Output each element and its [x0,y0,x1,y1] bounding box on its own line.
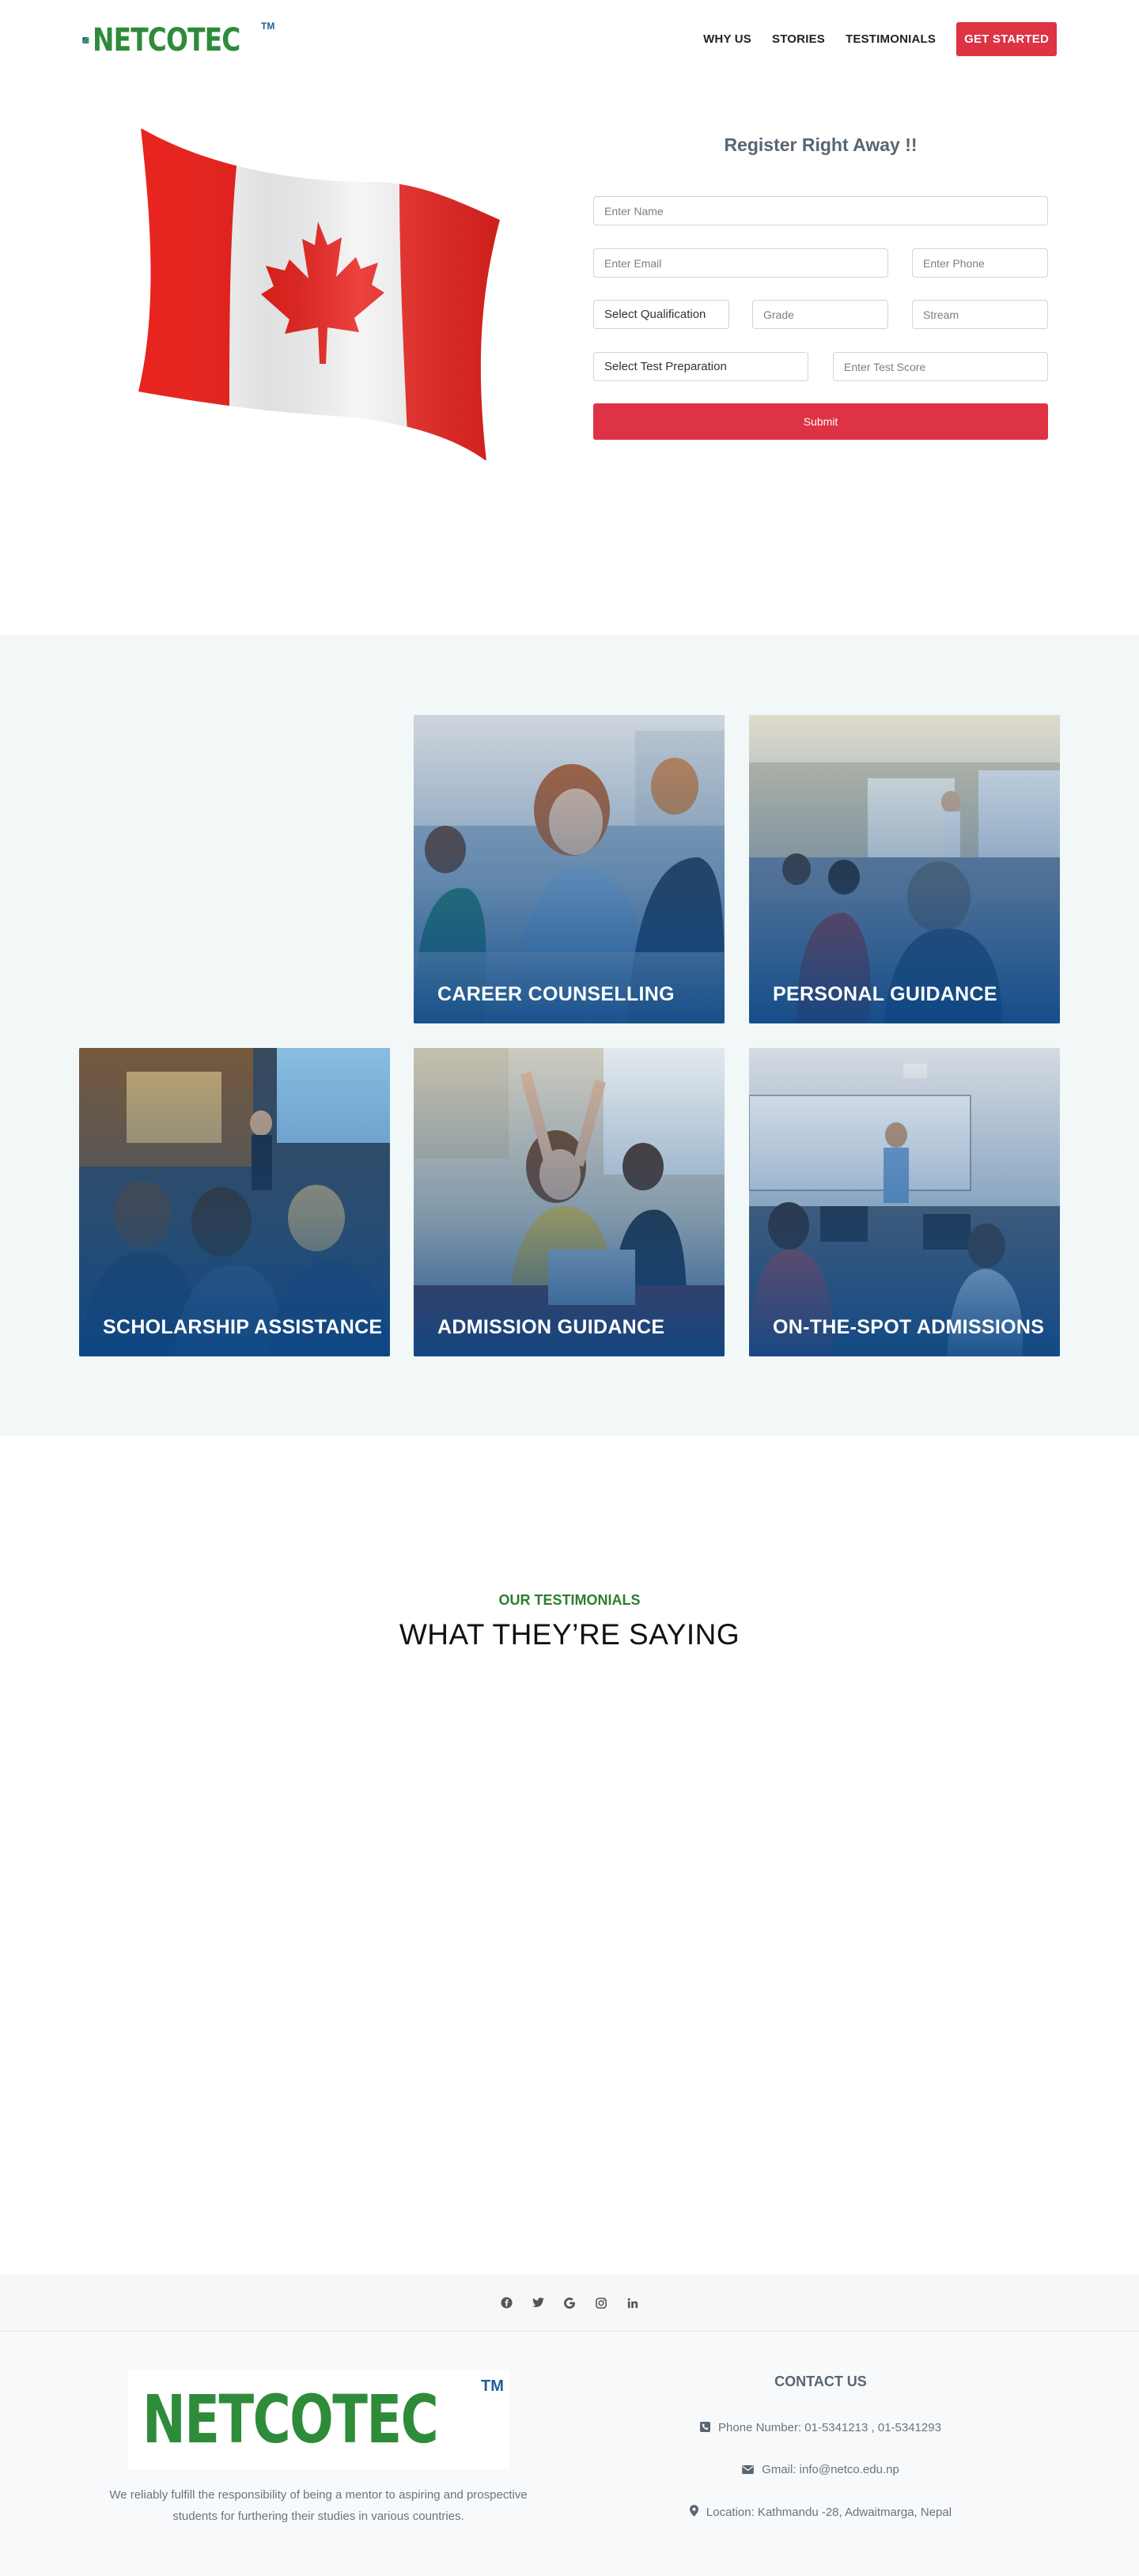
register-title: Register Right Away !! [724,134,918,155]
get-started-button[interactable]: GET STARTED [956,22,1057,56]
footer-description: We reliably fulfill the responsibility o… [109,2488,528,2523]
service-label: PERSONAL GUIDANCE [773,983,997,1005]
envelope-icon [742,2464,754,2476]
card-overlay [749,715,1060,1023]
service-label: ON-THE-SPOT ADMISSIONS [773,1316,1045,1338]
card-overlay [79,1048,390,1356]
site-footer: NETCOTEC TM We reliably fulfill the resp… [0,2332,1139,2576]
card-overlay [414,715,725,1023]
contact-email: Gmail: info@netco.edu.np [593,2463,1048,2476]
service-label: ADMISSION GUIDANCE [437,1316,665,1338]
email-input[interactable] [593,248,888,278]
facebook-icon[interactable] [499,2296,513,2310]
contact-title: CONTACT US [774,2374,867,2389]
google-icon[interactable] [562,2296,577,2310]
qualification-selected-value: Select Qualification [604,308,706,321]
main-nav: WHY US STORIES TESTIMONIALS GET STARTED [703,22,1057,56]
testimonials-kicker: OUR TESTIMONIALS [498,1592,641,1608]
map-marker-icon [689,2505,698,2519]
contact-email-text[interactable]: Gmail: info@netco.edu.np [762,2463,899,2476]
test-preparation-selected-value: Select Test Preparation [604,360,727,373]
canada-flag-image [138,128,500,461]
services-section: CAREER COUNSELLING PERSONAL GUIDANCE SCH… [0,635,1139,1436]
contact-location: Location: Kathmandu -28, Adwaitmarga, Ne… [593,2505,1048,2519]
test-score-input[interactable] [833,352,1048,381]
leaf-logo-icon [82,36,89,44]
footer-trademark-mark: TM [481,2377,504,2395]
grade-input[interactable] [752,300,888,329]
instagram-icon[interactable] [594,2296,608,2310]
service-card-career-counselling[interactable]: CAREER COUNSELLING [414,715,725,1023]
contact-phone-text: Phone Number: 01-5341213 , 01-5341293 [718,2421,941,2434]
footer-brand-name: NETCOTEC [142,2381,439,2458]
trademark-mark: TM [261,21,275,32]
testimonials-title: WHAT THEY’RE SAYING [399,1618,740,1651]
linkedin-icon[interactable] [626,2296,640,2310]
contact-location-text: Location: Kathmandu -28, Adwaitmarga, Ne… [706,2505,952,2519]
footer-brand-logo[interactable]: NETCOTEC TM [128,2370,509,2469]
name-input[interactable] [593,196,1048,225]
nav-why-us[interactable]: WHY US [703,32,751,46]
phone-input[interactable] [912,248,1048,278]
card-overlay [749,1048,1060,1356]
site-header: NETCOTEC TM WHY US STORIES TESTIMONIALS … [0,0,1139,79]
service-label: CAREER COUNSELLING [437,983,675,1005]
submit-button[interactable]: Submit [593,403,1048,440]
service-card-personal-guidance[interactable]: PERSONAL GUIDANCE [749,715,1060,1023]
service-card-on-the-spot-admissions[interactable]: ON-THE-SPOT ADMISSIONS [749,1048,1060,1356]
social-links-bar [0,2275,1139,2332]
brand-name: NETCOTEC [92,22,240,59]
phone-icon [700,2421,711,2434]
stream-input[interactable] [912,300,1048,329]
brand-logo[interactable]: NETCOTEC TM [82,16,275,65]
service-label: SCHOLARSHIP ASSISTANCE [103,1316,383,1338]
service-card-admission-guidance[interactable]: ADMISSION GUIDANCE [414,1048,725,1356]
test-preparation-select[interactable]: Select Test Preparation [593,352,808,381]
card-overlay [414,1048,725,1356]
qualification-select[interactable]: Select Qualification [593,300,729,329]
contact-phone: Phone Number: 01-5341213 , 01-5341293 [593,2421,1048,2434]
nav-stories[interactable]: STORIES [772,32,825,46]
twitter-icon[interactable] [531,2296,545,2310]
nav-testimonials[interactable]: TESTIMONIALS [846,32,936,46]
service-card-scholarship-assistance[interactable]: SCHOLARSHIP ASSISTANCE [79,1048,390,1356]
